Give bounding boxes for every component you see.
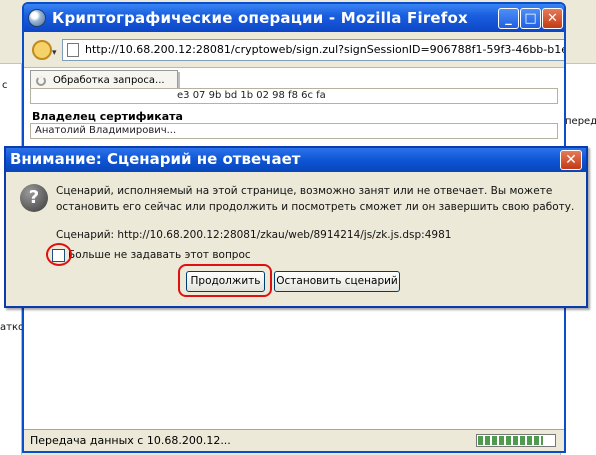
popup-title: Криптографические операции - Mozilla Fir… (52, 9, 468, 27)
checkbox-highlight-circle (46, 243, 72, 266)
owner-value: Анатолий Владимирович... (35, 125, 177, 136)
close-window-button[interactable]: ✕ (542, 8, 563, 29)
outer-text-fragment: перед (565, 116, 596, 127)
url-field[interactable]: http://10.68.200.12:28081/cryptoweb/sign… (62, 39, 566, 61)
continue-button[interactable]: Продолжить (186, 271, 265, 292)
maximize-button[interactable]: □ (520, 8, 541, 29)
owner-label: Владелец сертификата (32, 110, 183, 123)
outer-text-fragment: атко (0, 322, 25, 333)
dont-ask-label[interactable]: Больше не задавать этот вопрос (68, 249, 251, 261)
dialog-close-button[interactable]: ✕ (560, 150, 582, 170)
certificate-hash-field: e3 07 9b bd 1b 02 98 f8 6c fa (30, 88, 558, 104)
progress-fill (478, 436, 543, 445)
dialog-title: Внимание: Сценарий не отвечает (10, 150, 301, 168)
progress-bar (476, 434, 556, 447)
page-icon (67, 43, 79, 57)
message-line-2: остановить его сейчас или продолжить и п… (56, 201, 575, 213)
owner-field: Анатолий Владимирович... (30, 123, 558, 139)
question-icon: ? (20, 184, 48, 212)
popup-navigation-bar: http://10.68.200.12:28081/cryptoweb/sign… (24, 32, 564, 68)
dialog-title-bar[interactable]: Внимание: Сценарий не отвечает ✕ (6, 148, 586, 172)
message-line-1: Сценарий, исполняемый на этой странице, … (56, 185, 553, 197)
hash-text: e3 07 9b bd 1b 02 98 f8 6c fa (177, 90, 326, 101)
status-bar: Передача данных с 10.68.200.12... (24, 429, 564, 451)
minimize-button[interactable]: _ (498, 8, 519, 29)
script-url-line: Сценарий: http://10.68.200.12:28081/zkau… (56, 229, 452, 241)
popup-title-bar[interactable]: Криптографические операции - Mozilla Fir… (24, 4, 564, 32)
status-text: Передача данных с 10.68.200.12... (30, 434, 231, 447)
script-warning-dialog: Внимание: Сценарий не отвечает ✕ ? Сцена… (4, 146, 588, 308)
loading-text: Обработка запроса... (53, 75, 165, 86)
site-identity-icon[interactable] (32, 40, 57, 60)
spinner-icon (36, 76, 46, 86)
outer-text-fragment: с (2, 80, 8, 91)
firefox-logo-icon (28, 9, 46, 27)
stop-script-button[interactable]: Остановить сценарий (274, 271, 400, 292)
url-text: http://10.68.200.12:28081/cryptoweb/sign… (85, 43, 566, 56)
